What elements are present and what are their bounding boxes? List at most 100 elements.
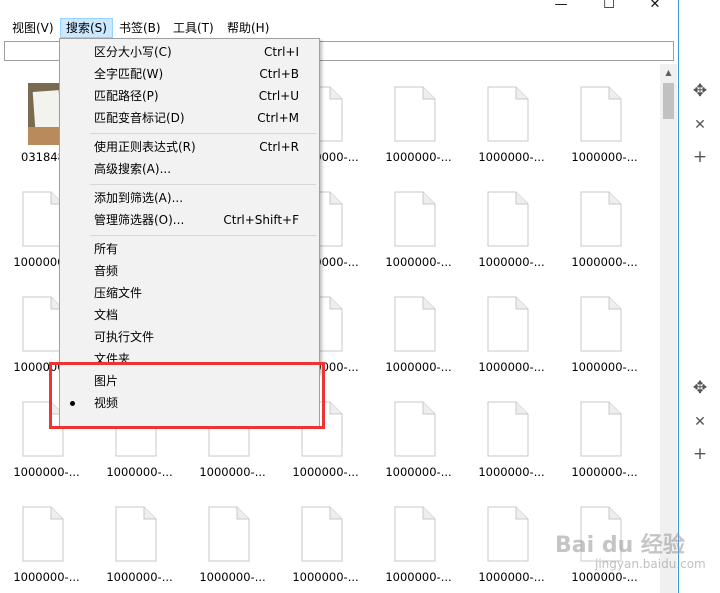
file-name: 1000000-... [199, 570, 266, 584]
menu-item-label: 匹配变音标记(D) [94, 111, 185, 125]
menu-item-label: 全字匹配(W) [94, 67, 164, 81]
file-icon [115, 506, 157, 562]
menu-item-organize-filters[interactable]: 管理筛选器(O)... Ctrl+Shift+F [60, 209, 319, 231]
watermark-subtext: jingyan.baidu.com [595, 557, 706, 571]
menu-bar: 视图(V) 搜索(S) 书签(B) 工具(T) 帮助(H) [0, 17, 678, 39]
minimize-button[interactable]: — [538, 0, 584, 14]
close-button[interactable]: ✕ [632, 0, 678, 14]
file-name: 1000000-... [106, 570, 173, 584]
menu-item-shortcut: Ctrl+R [259, 140, 299, 154]
menu-help[interactable]: 帮助(H) [222, 19, 274, 37]
file-item[interactable]: 1000000-... [279, 484, 372, 589]
file-name: 1000000-... [478, 150, 545, 164]
file-item[interactable]: 1000000-... [465, 64, 558, 169]
file-icon [394, 191, 436, 247]
file-item[interactable]: 1000000-... [372, 274, 465, 379]
menu-item-regex[interactable]: 使用正则表达式(R) Ctrl+R [60, 136, 319, 158]
menu-item-label: 压缩文件 [94, 286, 143, 300]
file-icon [394, 296, 436, 352]
menu-item-filter-compressed[interactable]: 压缩文件 [60, 282, 319, 304]
file-name: 1000000-... [292, 570, 359, 584]
file-item[interactable]: 1000000-... [0, 484, 93, 589]
file-name: 1000000-... [106, 465, 173, 479]
file-item[interactable]: 1000000-... [372, 379, 465, 484]
menu-item-filter-all[interactable]: 所有 [60, 238, 319, 260]
menu-item-shortcut: Ctrl+B [259, 67, 299, 81]
close-icon[interactable]: ✕ [687, 114, 713, 136]
scroll-up-arrow-icon[interactable]: ▲ [660, 64, 677, 81]
menu-separator [90, 184, 316, 185]
highlight-annotation [49, 362, 325, 429]
file-icon [487, 506, 529, 562]
maximize-button[interactable]: ☐ [586, 0, 632, 14]
move-icon[interactable]: ✥ [687, 80, 713, 102]
menu-item-filter-folder[interactable]: 文件夹 [60, 348, 319, 362]
file-name: 1000000-... [13, 465, 80, 479]
file-item[interactable]: 1000000-... [558, 169, 651, 274]
menu-item-match-diacritics[interactable]: 匹配变音标记(D) Ctrl+M [60, 107, 319, 129]
file-item[interactable]: 1000000-... [93, 484, 186, 589]
file-name: 1000000-... [571, 570, 638, 584]
menu-item-shortcut: Ctrl+M [257, 111, 299, 125]
file-item[interactable]: 1000000-... [465, 274, 558, 379]
file-item[interactable]: 1000000-... [465, 484, 558, 589]
menu-item-match-path[interactable]: 匹配路径(P) Ctrl+U [60, 85, 319, 107]
file-item[interactable]: 1000000-... [465, 379, 558, 484]
file-name: 1000000-... [385, 465, 452, 479]
file-icon [580, 296, 622, 352]
menu-item-label: 文件夹 [94, 352, 131, 362]
file-name: 1000000-... [385, 570, 452, 584]
menu-item-add-to-filters[interactable]: 添加到筛选(A)... [60, 187, 319, 209]
file-name: 1000000-... [478, 465, 545, 479]
file-name: 1000000-... [385, 255, 452, 269]
file-name: 1000000-... [571, 150, 638, 164]
file-item[interactable]: 1000000-... [558, 379, 651, 484]
file-name: 1000000-... [478, 570, 545, 584]
menu-item-shortcut: Ctrl+I [264, 45, 299, 59]
file-icon [394, 86, 436, 142]
baidu-watermark: Bai du 经验 jingyan.baidu.com [555, 527, 706, 571]
file-icon [580, 401, 622, 457]
menu-item-label: 可执行文件 [94, 330, 155, 344]
menu-item-filter-audio[interactable]: 音频 [60, 260, 319, 282]
menu-view[interactable]: 视图(V) [7, 19, 59, 37]
file-icon [394, 401, 436, 457]
file-name: 1000000-... [571, 465, 638, 479]
menu-search[interactable]: 搜索(S) [60, 18, 113, 38]
file-item[interactable]: 1000000-... [372, 484, 465, 589]
menu-item-whole-word[interactable]: 全字匹配(W) Ctrl+B [60, 63, 319, 85]
menu-separator [90, 133, 316, 134]
menu-item-filter-executable[interactable]: 可执行文件 [60, 326, 319, 348]
file-name: 1000000-... [385, 360, 452, 374]
vertical-scrollbar[interactable] [660, 64, 677, 593]
scrollbar-thumb[interactable] [663, 83, 674, 119]
file-icon [487, 191, 529, 247]
add-icon[interactable]: + [687, 443, 713, 465]
menu-item-match-case[interactable]: 区分大小写(C) Ctrl+I [60, 41, 319, 63]
file-item[interactable]: 1000000-... [558, 274, 651, 379]
close-icon[interactable]: ✕ [687, 411, 713, 433]
file-icon [301, 506, 343, 562]
file-item[interactable]: 1000000-... [372, 64, 465, 169]
menu-item-label: 所有 [94, 242, 119, 256]
menu-item-advanced-search[interactable]: 高级搜索(A)... [60, 158, 319, 180]
move-icon[interactable]: ✥ [687, 377, 713, 399]
menu-item-label: 使用正则表达式(R) [94, 140, 196, 154]
menu-bookmarks[interactable]: 书签(B) [114, 19, 166, 37]
file-icon [22, 506, 64, 562]
file-icon [208, 506, 250, 562]
file-icon [487, 401, 529, 457]
menu-tools[interactable]: 工具(T) [168, 19, 219, 37]
file-icon [22, 296, 64, 352]
menu-item-filter-document[interactable]: 文档 [60, 304, 319, 326]
file-item[interactable]: 1000000-... [465, 169, 558, 274]
add-icon[interactable]: + [687, 146, 713, 168]
file-item[interactable]: 1000000-... [186, 484, 279, 589]
file-name: 1000000-... [385, 150, 452, 164]
file-item[interactable]: 1000000-... [372, 169, 465, 274]
file-icon [487, 296, 529, 352]
file-item[interactable]: 1000000-... [558, 64, 651, 169]
menu-item-label: 匹配路径(P) [94, 89, 159, 103]
menu-item-label: 区分大小写(C) [94, 45, 172, 59]
watermark-text: Bai du 经验 [555, 533, 685, 558]
